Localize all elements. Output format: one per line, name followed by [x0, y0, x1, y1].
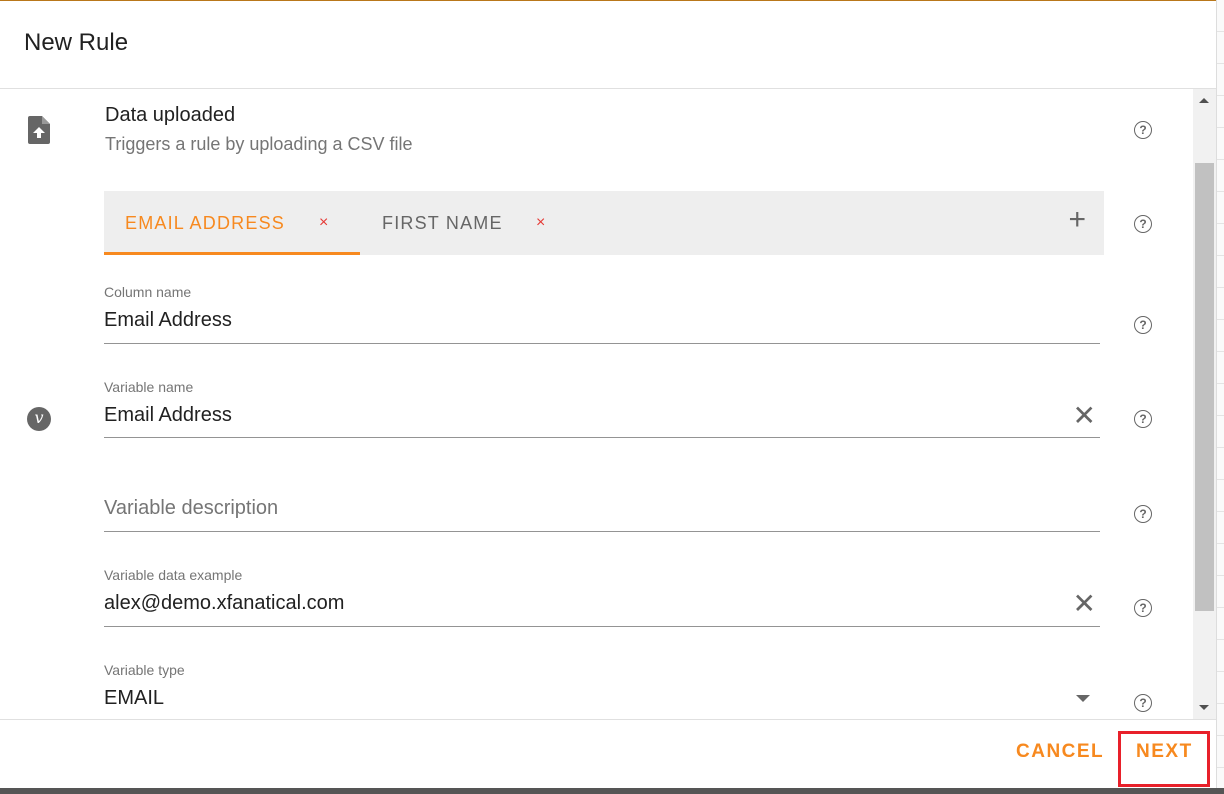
clear-icon[interactable]: ✕ [1073, 402, 1096, 430]
clear-icon[interactable]: ✕ [1073, 590, 1096, 618]
tab-first-name[interactable]: FIRST NAME × [360, 191, 582, 255]
field-value[interactable]: alex@demo.xfanatical.com [104, 592, 344, 615]
help-icon[interactable]: ? [1134, 215, 1152, 233]
highlight-box [1118, 731, 1210, 787]
scroll-down-icon[interactable] [1199, 705, 1209, 710]
help-icon[interactable]: ? [1134, 121, 1152, 139]
trigger-title: Data uploaded [105, 104, 236, 126]
footer-divider [0, 719, 1216, 720]
scroll-up-icon[interactable] [1199, 98, 1209, 103]
column-name-field[interactable]: Column name Email Address [104, 279, 1100, 344]
dropdown-arrow-icon[interactable] [1076, 695, 1090, 702]
tab-label: EMAIL ADDRESS [125, 213, 285, 233]
field-value: EMAIL [104, 687, 165, 709]
tab-email-address[interactable]: EMAIL ADDRESS × [104, 191, 360, 255]
help-icon[interactable]: ? [1134, 410, 1152, 428]
cancel-button[interactable]: CANCEL [1016, 741, 1104, 763]
help-icon[interactable]: ? [1134, 694, 1152, 712]
field-placeholder: Variable description [104, 497, 279, 519]
trigger-subtitle: Triggers a rule by uploading a CSV file [105, 134, 413, 154]
help-icon[interactable]: ? [1134, 599, 1152, 617]
variable-description-field[interactable]: Variable description [104, 469, 1100, 532]
remove-tab-icon[interactable]: × [536, 191, 547, 255]
add-tab-button[interactable]: + [1068, 205, 1086, 235]
field-value[interactable]: Email Address [104, 309, 232, 332]
variable-example-field[interactable]: Variable data example alex@demo.xfanatic… [104, 562, 1100, 627]
variable-icon: v [27, 407, 51, 431]
top-border [0, 0, 1216, 1]
dialog-content: Data uploaded Triggers a rule by uploadi… [0, 89, 1192, 719]
scrollbar-thumb[interactable] [1195, 163, 1214, 611]
tab-label: FIRST NAME [382, 213, 503, 233]
scrollbar[interactable] [1193, 89, 1216, 719]
file-upload-icon [28, 116, 50, 144]
field-label: Column name [104, 284, 192, 300]
variable-type-select[interactable]: Variable type EMAIL [104, 657, 1100, 719]
background-page-bottom [0, 788, 1224, 794]
field-label: Variable data example [104, 567, 243, 583]
background-page [1216, 0, 1224, 794]
help-icon[interactable]: ? [1134, 505, 1152, 523]
new-rule-dialog: New Rule Data uploaded Triggers a rule b… [0, 1, 1216, 788]
help-icon[interactable]: ? [1134, 316, 1152, 334]
remove-tab-icon[interactable]: × [319, 191, 330, 255]
variable-name-field[interactable]: Variable name Email Address ✕ [104, 374, 1100, 438]
field-value[interactable]: Email Address [104, 404, 232, 427]
dialog-title: New Rule [24, 29, 129, 56]
column-tabs: EMAIL ADDRESS × FIRST NAME × + [104, 191, 1104, 255]
field-label: Variable name [104, 379, 194, 395]
field-label: Variable type [104, 662, 185, 678]
